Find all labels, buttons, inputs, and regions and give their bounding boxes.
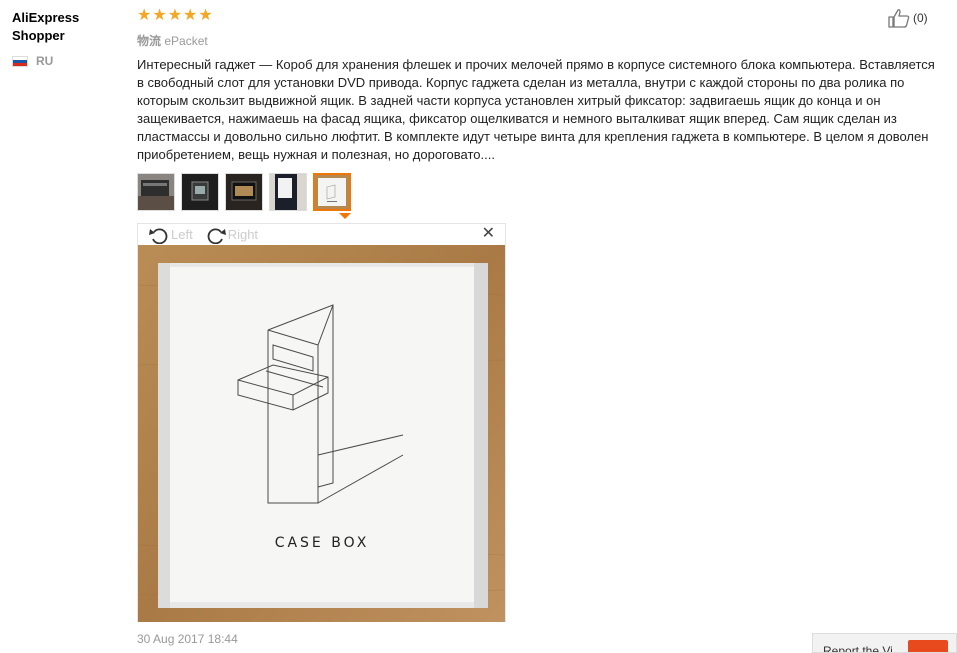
reviewer-country: RU [12,54,53,68]
report-button-label: Report the Vi [823,644,893,653]
rotate-right-label: Right [227,227,259,242]
star-icon: ★ [198,7,213,24]
review-text: Интересный гаджет — Короб для хранения ф… [137,57,935,162]
star-icon: ★ [137,7,152,24]
photo-thumbnails [137,173,351,211]
shipping-label: 物流 [137,34,162,48]
helpful-button[interactable]: (0) [888,8,928,28]
photo-thumbnail-active[interactable] [313,173,351,211]
review-photo: CASE BOX [138,245,505,622]
rotate-left-button[interactable]: Left [148,226,193,244]
star-rating: ★ ★ ★ ★ ★ [137,8,213,24]
active-thumbnail-pointer [339,213,351,219]
report-button[interactable]: Report the Vi [812,633,957,653]
helpful-count: (0) [913,11,928,25]
photo-thumbnail[interactable] [137,173,175,211]
reviewer-name: AliExpress Shopper [12,10,80,43]
russia-flag-icon [12,55,28,67]
photo-thumbnail[interactable] [225,173,263,211]
rotate-right-icon [207,227,226,244]
rotate-right-button[interactable]: Right [205,226,258,244]
star-icon: ★ [167,7,183,24]
country-code: RU [36,54,54,68]
badge-icon [908,640,948,652]
star-icon: ★ [183,7,198,24]
shipping-method: ePacket [164,34,208,48]
review-timestamp: 30 Aug 2017 18:44 [137,632,238,646]
thumbnail-image [182,174,218,210]
photo-viewer: Left Right ✕ CASE BOX [137,223,506,622]
shipping-info: 物流 ePacket [137,32,208,49]
thumbs-up-icon [888,9,910,28]
rotate-left-icon [149,227,168,244]
box-label: CASE BOX [275,535,370,551]
thumbnail-image [270,174,306,210]
photo-thumbnail[interactable] [269,173,307,211]
viewer-toolbar: Left Right ✕ [138,224,505,245]
rotate-left-label: Left [171,227,193,242]
close-icon[interactable]: ✕ [482,226,495,242]
thumbnail-image [226,174,262,210]
photo-thumbnail[interactable] [181,173,219,211]
thumbnail-image [138,174,174,210]
star-icon: ★ [152,7,167,24]
thumbnail-image [315,175,349,209]
